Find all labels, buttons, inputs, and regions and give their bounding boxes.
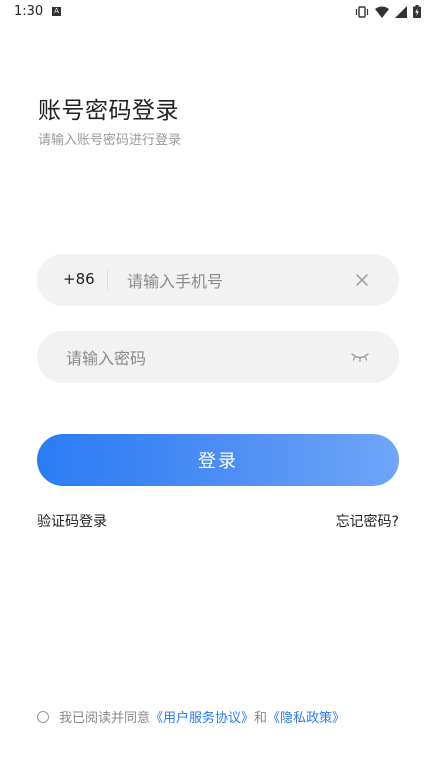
phone-field: +86 xyxy=(37,254,399,306)
agreement-prefix: 我已阅读并同意 xyxy=(59,711,151,726)
phone-input[interactable] xyxy=(125,264,349,298)
login-button[interactable]: 登录 xyxy=(37,434,399,486)
agreement-checkbox[interactable] xyxy=(37,710,49,723)
country-code-selector[interactable]: +86 xyxy=(63,270,95,288)
notification-badge-icon: A xyxy=(52,7,61,16)
agreement-row: 我已阅读并同意 《用户服务协议》 和 《隐私政策》 xyxy=(37,707,345,726)
signal-icon xyxy=(395,5,407,18)
status-icons xyxy=(355,5,421,18)
vibrate-icon xyxy=(355,5,369,18)
status-bar: 1:30 A xyxy=(0,0,435,26)
close-icon[interactable] xyxy=(355,273,369,287)
privacy-policy-link[interactable]: 《隐私政策》 xyxy=(267,707,345,726)
password-input[interactable] xyxy=(64,341,348,375)
field-divider xyxy=(107,269,108,291)
page-subtitle: 请输入账号密码进行登录 xyxy=(38,133,182,148)
agreement-conjunction: 和 xyxy=(254,711,268,726)
status-time: 1:30 xyxy=(14,4,44,19)
page-title: 账号密码登录 xyxy=(38,98,179,124)
sms-login-link[interactable]: 验证码登录 xyxy=(37,511,107,531)
wifi-icon xyxy=(375,6,389,18)
user-agreement-link[interactable]: 《用户服务协议》 xyxy=(150,707,254,726)
eye-closed-icon[interactable] xyxy=(351,351,369,363)
forgot-password-link[interactable]: 忘记密码? xyxy=(336,511,399,531)
password-field xyxy=(37,331,399,383)
battery-charging-icon xyxy=(413,5,421,18)
